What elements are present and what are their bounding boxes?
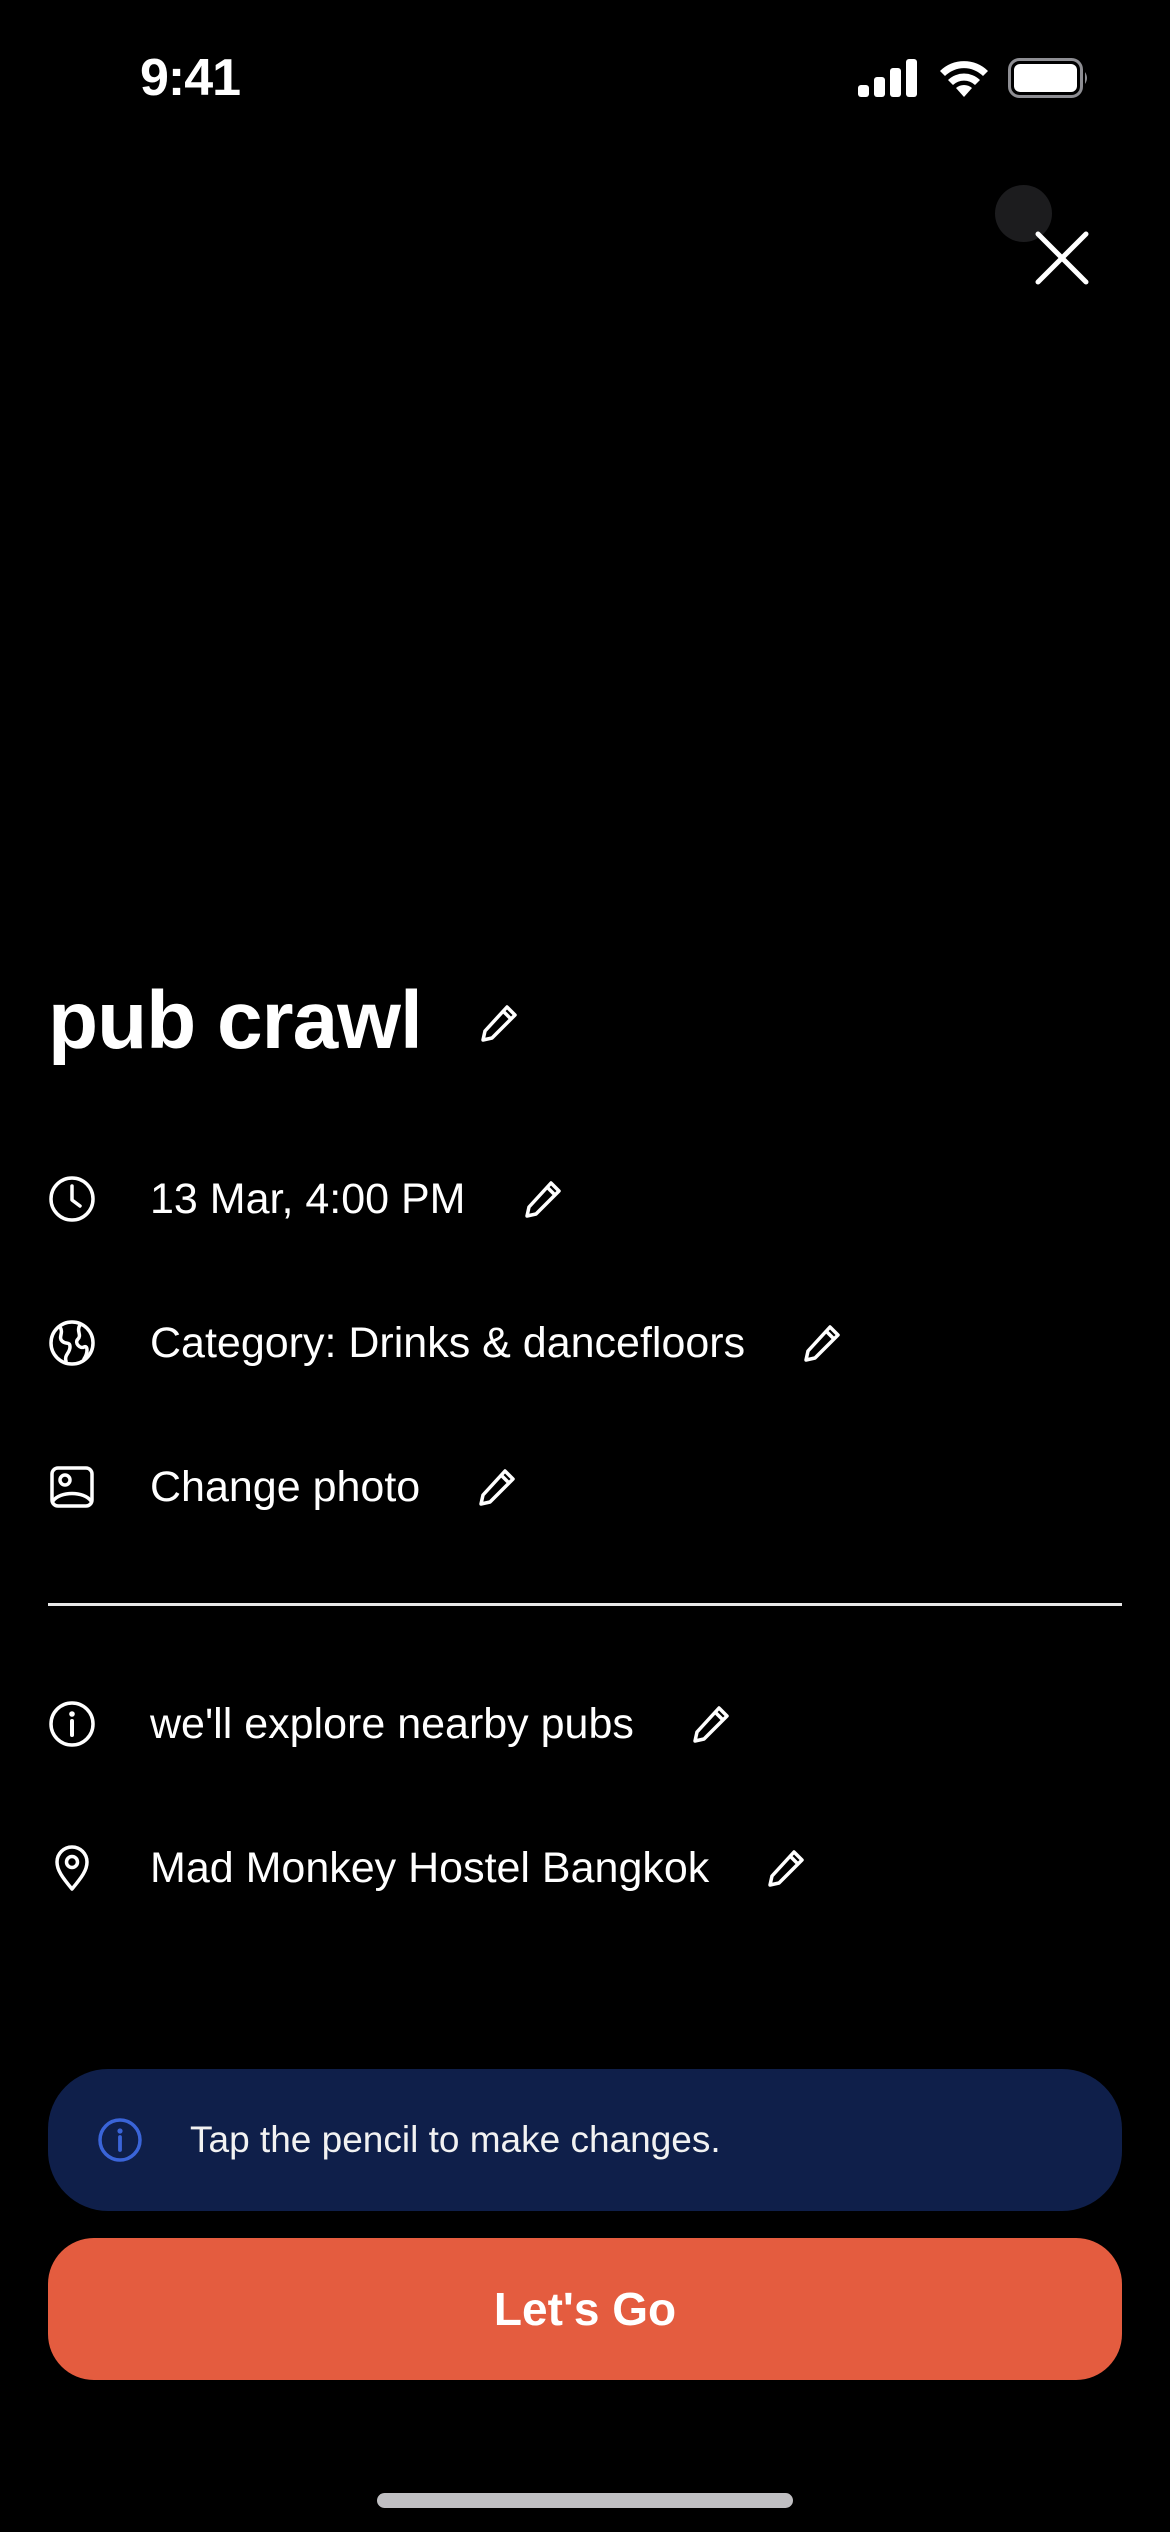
info-icon — [98, 2118, 142, 2162]
pencil-icon — [479, 1469, 515, 1506]
event-location-row: Mad Monkey Hostel Bangkok — [48, 1838, 807, 1898]
event-category-row: Category: Drinks & dancefloors — [48, 1313, 843, 1373]
globe-icon — [48, 1319, 96, 1367]
event-location: Mad Monkey Hostel Bangkok — [150, 1843, 710, 1892]
cellular-signal-icon — [858, 59, 917, 97]
lets-go-button[interactable]: Let's Go — [48, 2238, 1122, 2380]
event-time: 13 Mar, 4:00 PM — [150, 1174, 466, 1223]
status-bar-icons — [858, 58, 1090, 98]
info-banner: Tap the pencil to make changes. — [48, 2069, 1122, 2211]
info-banner-text: Tap the pencil to make changes. — [190, 2119, 721, 2160]
event-description-row: we'll explore nearby pubs — [48, 1694, 732, 1754]
clock-icon — [48, 1175, 96, 1223]
close-icon — [1035, 231, 1089, 285]
change-photo-row: Change photo — [48, 1457, 518, 1517]
pencil-icon — [804, 1325, 840, 1362]
change-photo-label[interactable]: Change photo — [150, 1463, 420, 1512]
event-title: pub crawl — [48, 975, 423, 1066]
home-indicator[interactable] — [377, 2493, 793, 2508]
pencil-icon — [524, 1181, 561, 1218]
battery-icon — [1008, 58, 1087, 98]
pencil-icon — [693, 1706, 729, 1743]
edit-category-button[interactable] — [801, 1322, 843, 1364]
location-pin-icon — [48, 1844, 96, 1892]
edit-title-button[interactable] — [478, 1002, 520, 1044]
status-bar-time: 9:41 — [140, 49, 241, 107]
event-category: Category: Drinks & dancefloors — [150, 1318, 746, 1367]
edit-location-button[interactable] — [765, 1847, 807, 1889]
event-title-row: pub crawl — [48, 980, 520, 1062]
pencil-icon — [480, 1005, 517, 1042]
photo-icon — [48, 1463, 96, 1511]
event-time-row: 13 Mar, 4:00 PM — [48, 1169, 564, 1229]
edit-time-button[interactable] — [522, 1178, 564, 1220]
event-description: we'll explore nearby pubs — [150, 1699, 634, 1748]
wifi-icon — [940, 61, 988, 97]
edit-photo-button[interactable] — [476, 1466, 518, 1508]
edit-description-button[interactable] — [690, 1703, 732, 1745]
close-button[interactable] — [1034, 230, 1090, 286]
pencil-icon — [768, 1850, 805, 1887]
section-divider — [48, 1603, 1122, 1606]
info-icon — [48, 1700, 96, 1748]
